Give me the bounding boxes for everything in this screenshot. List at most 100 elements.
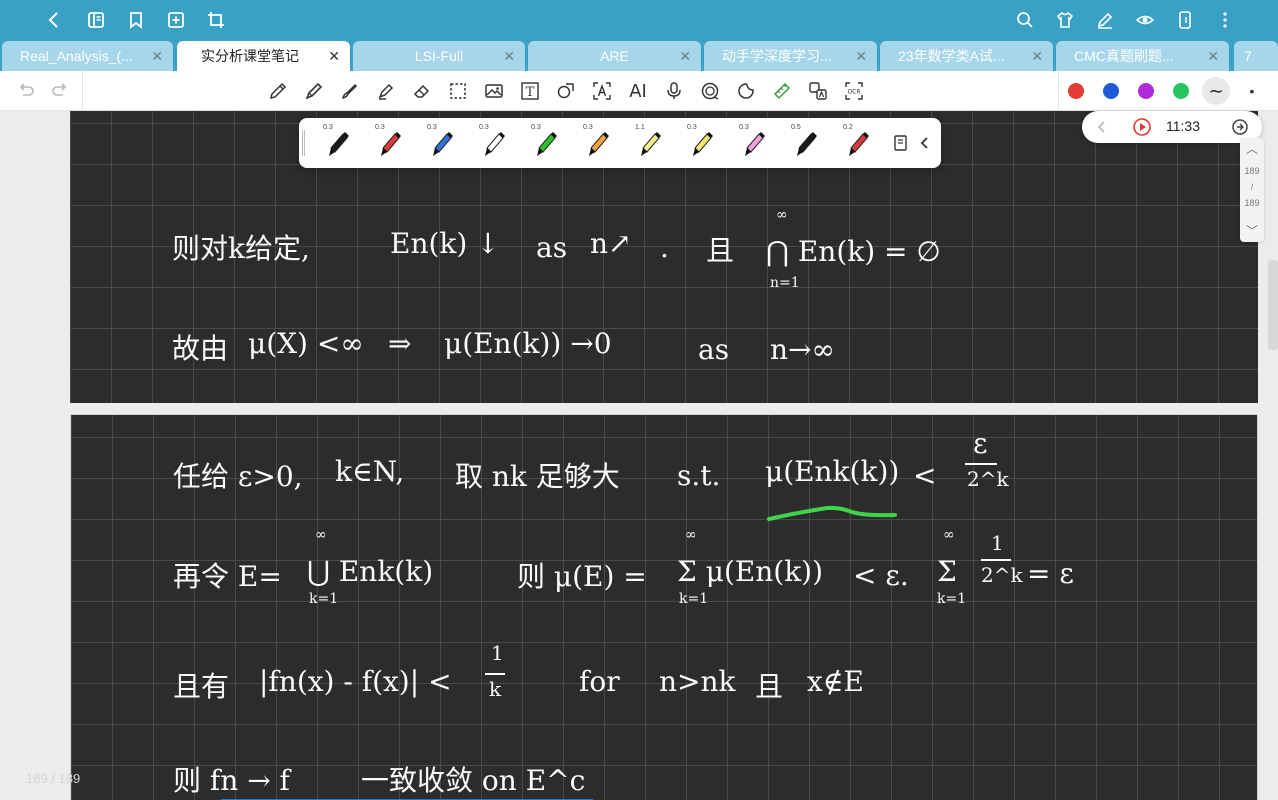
tab-label: 动手学深度学习...	[722, 48, 832, 64]
pen-settings-icon[interactable]	[1093, 8, 1117, 32]
green-highlight-stroke	[767, 505, 897, 521]
tool-bar: T AI OCR ∼ •	[0, 71, 1278, 111]
collapse-chevron-icon[interactable]	[913, 131, 937, 155]
pen-preset-6[interactable]: 0.3	[569, 118, 621, 168]
chevron-up-icon[interactable]: ︿	[1240, 140, 1264, 157]
pen-preset-1[interactable]: 0.3	[309, 118, 361, 168]
handwritten-text: = ε	[1027, 557, 1074, 590]
shirt-icon[interactable]	[1053, 8, 1077, 32]
tab-math-exam[interactable]: 23年数学类A试... ✕	[880, 41, 1053, 71]
undo-icon[interactable]	[14, 79, 38, 103]
pen-preset-10[interactable]: 0.5	[777, 118, 829, 168]
pen-manage-icon[interactable]	[889, 131, 913, 155]
handwritten-text: 则对k给定,	[172, 232, 310, 265]
pen-icon	[745, 132, 765, 156]
pen-preset-7[interactable]: 1.1	[621, 118, 673, 168]
play-record-icon[interactable]	[1130, 115, 1154, 139]
back-chevron-icon[interactable]	[42, 8, 66, 32]
tab-deep-learning[interactable]: 动手学深度学习... ✕	[704, 41, 877, 71]
scrollbar-thumb[interactable]	[1268, 260, 1278, 350]
pen-preset-11[interactable]: 0.2	[829, 118, 881, 168]
close-icon[interactable]: ✕	[855, 41, 867, 71]
ai-icon[interactable]: AI	[626, 79, 650, 103]
add-page-icon[interactable]	[164, 8, 188, 32]
brush-icon[interactable]	[338, 79, 362, 103]
chevron-left-icon[interactable]	[1090, 115, 1114, 139]
more-dot-icon[interactable]: •	[1240, 79, 1264, 103]
sticker-icon[interactable]	[698, 79, 722, 103]
tab-real-analysis[interactable]: Real_Analysis_(... ✕	[2, 41, 173, 71]
more-vertical-icon[interactable]	[1213, 8, 1237, 32]
lasso-select-icon[interactable]	[446, 79, 470, 103]
note-canvas[interactable]: 则对k给定, En(k) ↓ as n↗ . 且 ∞ ⋂ En(k) = ∅ n…	[0, 111, 1278, 800]
tab-label: 7	[1244, 48, 1252, 64]
eraser-icon[interactable]	[410, 79, 434, 103]
color-purple-swatch[interactable]	[1138, 83, 1154, 99]
drag-handle-icon[interactable]	[302, 130, 305, 156]
pen-icon	[485, 132, 505, 156]
handwritten-text: x∉E	[807, 665, 864, 698]
close-icon[interactable]: ✕	[1031, 41, 1043, 71]
chevron-down-icon[interactable]: ﹀	[1240, 222, 1264, 239]
pen-preset-3[interactable]: 0.3	[413, 118, 465, 168]
pen-preset-2[interactable]: 0.3	[361, 118, 413, 168]
tab-are[interactable]: ARE ✕	[528, 41, 701, 71]
phone-icon[interactable]	[1173, 8, 1197, 32]
redo-icon[interactable]	[48, 79, 72, 103]
close-icon[interactable]: ✕	[679, 41, 691, 71]
pen-preset-8[interactable]: 0.3	[673, 118, 725, 168]
pen-preset-5[interactable]: 0.3	[517, 118, 569, 168]
color-red-swatch[interactable]	[1068, 83, 1084, 99]
ocr-scan-icon[interactable]: OCR	[842, 79, 866, 103]
bookmark-icon[interactable]	[124, 8, 148, 32]
playback-time: 11:33	[1166, 118, 1200, 134]
stroke-style-icon[interactable]: ∼	[1202, 77, 1230, 105]
handwritten-text: |fn(x) - f(x)| <	[259, 665, 452, 698]
eye-icon[interactable]	[1133, 8, 1157, 32]
handwritten-text: 则 fn → f	[173, 764, 290, 797]
handwritten-text: 再令 E=	[173, 560, 282, 593]
handwritten-text: as	[536, 231, 568, 264]
pen-icon	[797, 132, 817, 156]
search-icon[interactable]	[1013, 8, 1037, 32]
tab-real-analysis-notes[interactable]: 实分析课堂笔记 ✕	[177, 41, 350, 71]
ocr-text-icon[interactable]	[590, 79, 614, 103]
tab-lsi-full[interactable]: LSI-Full ✕	[353, 41, 525, 71]
close-icon[interactable]: ✕	[151, 41, 163, 71]
close-icon[interactable]: ✕	[1207, 41, 1219, 71]
total-pages: 189	[1244, 198, 1260, 208]
pen-icon[interactable]	[302, 79, 326, 103]
tab-cmc[interactable]: CMC真题刷题... ✕	[1056, 41, 1229, 71]
close-icon[interactable]: ✕	[503, 41, 515, 71]
handwritten-text: ∞	[776, 207, 788, 223]
highlighter-icon[interactable]	[374, 79, 398, 103]
microphone-icon[interactable]	[662, 79, 686, 103]
page-scroller[interactable]: ︿ 189 / 189 ﹀	[1240, 138, 1264, 242]
pen-preset-9[interactable]: 0.3	[725, 118, 777, 168]
handwritten-text: ⇒	[388, 327, 412, 360]
handwritten-text: ∞	[315, 527, 327, 543]
handwritten-text: Σ μ(En(k))	[677, 555, 824, 588]
note-page[interactable]: 任给 ε>0, k∈N, 取 nk 足够大 s.t. μ(Enk(k)) < ε…	[70, 414, 1258, 800]
text-tool-label: T	[526, 85, 535, 100]
shape-icon[interactable]	[554, 79, 578, 103]
outline-icon[interactable]	[84, 8, 108, 32]
color-blue-swatch[interactable]	[1103, 83, 1119, 99]
image-icon[interactable]	[482, 79, 506, 103]
handwritten-text: 2^k	[981, 563, 1023, 587]
tab-label: 实分析课堂笔记	[201, 48, 299, 64]
close-icon[interactable]: ✕	[328, 41, 340, 71]
text-box-icon[interactable]: T	[518, 79, 542, 103]
translate-icon[interactable]	[806, 79, 830, 103]
replay-icon[interactable]	[1228, 115, 1252, 139]
ruler-icon[interactable]	[770, 79, 794, 103]
color-green-swatch[interactable]	[1173, 83, 1189, 99]
pen-icon	[381, 132, 401, 156]
note-app: Real_Analysis_(... ✕ 实分析课堂笔记 ✕ LSI-Full ✕ A…	[0, 0, 1278, 800]
crop-icon[interactable]	[204, 8, 228, 32]
handwritten-text: En(k) ↓	[390, 227, 500, 260]
tab-overflow[interactable]: 7	[1234, 41, 1278, 71]
pen-preset-4[interactable]: 0.3	[465, 118, 517, 168]
sticky-note-icon[interactable]	[734, 79, 758, 103]
pencil-icon[interactable]	[266, 79, 290, 103]
